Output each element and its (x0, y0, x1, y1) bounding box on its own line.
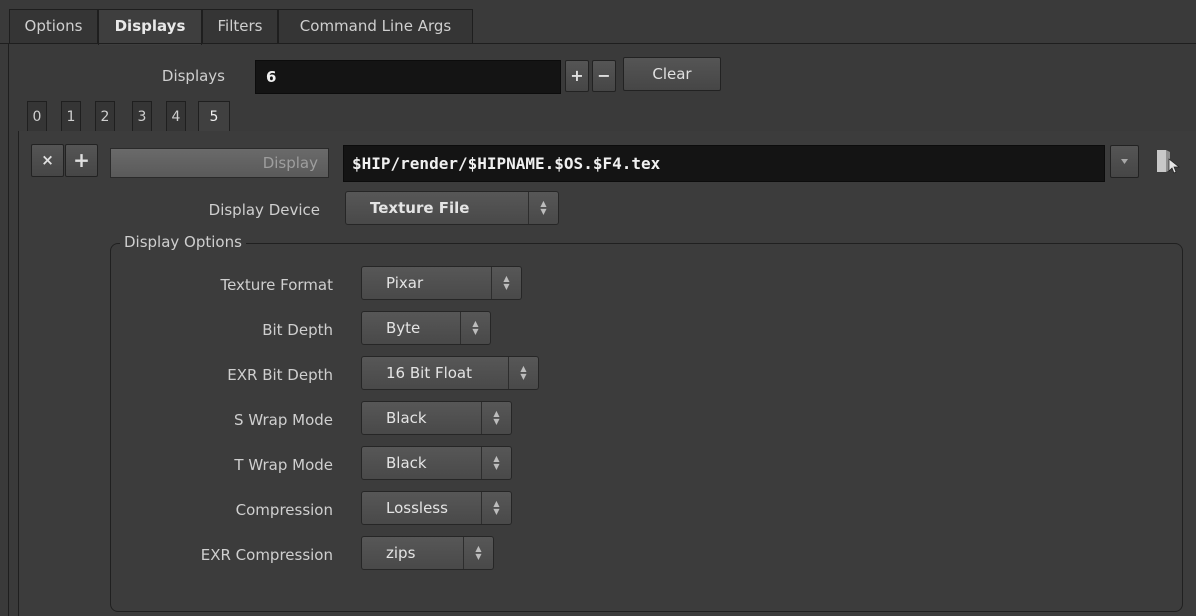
compression-menu[interactable]: Lossless ▲ ▼ (361, 491, 512, 525)
tab-displays[interactable]: Displays (98, 9, 202, 45)
display-options-title: Display Options (120, 233, 246, 251)
add-display-entry-button[interactable]: + (65, 144, 98, 177)
compression-value: Lossless (386, 499, 448, 517)
file-browse-icon (1157, 150, 1180, 174)
texture-format-label: Texture Format (220, 276, 333, 294)
bit-depth-label: Bit Depth (262, 321, 333, 339)
remove-display-entry-button[interactable]: × (31, 144, 64, 177)
up-down-arrows-icon: ▲ ▼ (481, 492, 511, 524)
top-tab-bar: Options Displays Filters Command Line Ar… (0, 0, 1196, 45)
display-device-value: Texture File (370, 199, 470, 217)
up-down-arrows-icon: ▲ ▼ (508, 357, 538, 389)
texture-format-value: Pixar (386, 274, 424, 292)
exr-compression-menu[interactable]: zips ▲ ▼ (361, 536, 494, 570)
up-down-arrows-icon: ▲ ▼ (528, 192, 558, 224)
tab-filters[interactable]: Filters (202, 9, 278, 44)
s-wrap-mode-menu[interactable]: Black ▲ ▼ (361, 401, 512, 435)
up-down-arrows-icon: ▲ ▼ (463, 537, 493, 569)
exr-bit-depth-menu[interactable]: 16 Bit Float ▲ ▼ (361, 356, 539, 390)
bit-depth-menu[interactable]: Byte ▲ ▼ (361, 311, 491, 345)
add-display-button[interactable]: + (565, 60, 589, 92)
remove-display-button[interactable]: − (592, 60, 616, 92)
exr-bit-depth-label: EXR Bit Depth (227, 366, 333, 384)
tab-command-line-args[interactable]: Command Line Args (278, 9, 473, 44)
panel-border (8, 43, 9, 616)
display-tab-3[interactable]: 3 (132, 101, 152, 131)
display-toggle[interactable]: Display (110, 148, 329, 178)
tab-options[interactable]: Options (9, 9, 98, 44)
s-wrap-mode-value: Black (386, 409, 427, 427)
displays-label: Displays (161, 67, 225, 85)
up-down-arrows-icon: ▲ ▼ (481, 447, 511, 479)
s-wrap-mode-label: S Wrap Mode (234, 411, 333, 429)
exr-compression-value: zips (386, 544, 416, 562)
display-tab-5[interactable]: 5 (198, 101, 230, 131)
t-wrap-mode-value: Black (386, 454, 427, 472)
display-tab-1[interactable]: 1 (61, 101, 81, 131)
file-browse-button[interactable] (1152, 147, 1182, 177)
display-device-label: Display Device (208, 201, 320, 219)
t-wrap-mode-label: T Wrap Mode (234, 456, 333, 474)
compression-label: Compression (235, 501, 333, 519)
t-wrap-mode-menu[interactable]: Black ▲ ▼ (361, 446, 512, 480)
path-dropdown-button[interactable] (1110, 145, 1139, 178)
triangle-down-icon (1121, 159, 1128, 164)
exr-compression-label: EXR Compression (200, 546, 333, 564)
bit-depth-value: Byte (386, 319, 421, 337)
displays-count-field[interactable]: 6 (255, 60, 561, 94)
clear-button[interactable]: Clear (623, 57, 721, 91)
up-down-arrows-icon: ▲ ▼ (481, 402, 511, 434)
display-tab-0[interactable]: 0 (27, 101, 47, 131)
up-down-arrows-icon: ▲ ▼ (491, 267, 521, 299)
exr-bit-depth-value: 16 Bit Float (386, 364, 473, 382)
up-down-arrows-icon: ▲ ▼ (460, 312, 490, 344)
display-tab-2[interactable]: 2 (95, 101, 115, 131)
tab-divider (0, 43, 1196, 44)
display-label: Display (262, 154, 318, 172)
display-path-input[interactable]: $HIP/render/$HIPNAME.$OS.$F4.tex (343, 145, 1105, 182)
display-tab-4[interactable]: 4 (166, 101, 186, 131)
texture-format-menu[interactable]: Pixar ▲ ▼ (361, 266, 522, 300)
display-device-menu[interactable]: Texture File ▲ ▼ (345, 191, 559, 225)
